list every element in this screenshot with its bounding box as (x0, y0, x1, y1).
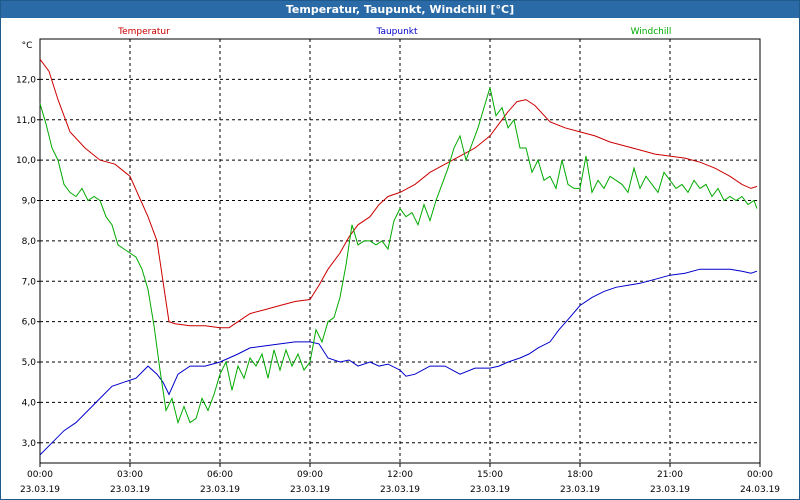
y-tick-label: 9,0 (22, 197, 37, 207)
x-tick-time-label: 06:00 (207, 470, 233, 480)
legend-item-temperatur: Temperatur (117, 27, 170, 37)
x-tick-time-label: 03:00 (117, 470, 143, 480)
y-tick-label: 7,0 (22, 277, 37, 287)
x-tick-time-label: 18:00 (567, 470, 593, 480)
y-axis-label: °C (22, 41, 33, 51)
x-tick-time-label: 00:00 (747, 470, 773, 480)
chart-window: Temperatur, Taupunkt, Windchill [°C] Tem… (0, 0, 800, 500)
x-tick-date-label: 23.03.19 (650, 485, 690, 495)
axes (37, 38, 761, 467)
x-tick-date-label: 23.03.19 (560, 485, 600, 495)
y-tick-label: 10,0 (16, 156, 36, 166)
line-chart: Temperatur Taupunkt Windchill 3,0 4,0 5,0 6,0… (16, 27, 780, 495)
y-tick-label: 6,0 (22, 318, 37, 328)
window-title: Temperatur, Taupunkt, Windchill [°C] (1, 1, 799, 18)
x-tick-date-label: 24.03.19 (740, 485, 780, 495)
series-line-taupunkt (39, 268, 758, 456)
x-tick-date-label: 23.03.19 (20, 485, 60, 495)
x-tick-date-label: 23.03.19 (380, 485, 420, 495)
legend: Temperatur Taupunkt Windchill (117, 27, 671, 37)
x-tick-date-label: 23.03.19 (110, 485, 150, 495)
series-line-windchill (39, 87, 758, 425)
y-tick-label: 3,0 (22, 439, 37, 449)
series-lines (39, 58, 758, 456)
grid (40, 39, 760, 463)
y-tick-label: 8,0 (22, 237, 37, 247)
legend-item-taupunkt: Taupunkt (375, 27, 418, 37)
x-tick-time-label: 00:00 (27, 470, 53, 480)
x-tick-date-label: 23.03.19 (470, 485, 510, 495)
y-tick-label: 4,0 (22, 398, 37, 408)
x-tick-time-label: 15:00 (477, 470, 503, 480)
y-tick-label: 12,0 (16, 75, 36, 85)
legend-item-windchill: Windchill (631, 27, 672, 37)
x-tick-time-label: 09:00 (297, 470, 323, 480)
tick-labels: 3,0 4,0 5,0 6,0 7,0 8,0 9,0 10,0 11,0 12,0 00:00 23… (16, 41, 780, 495)
x-tick-date-label: 23.03.19 (290, 485, 330, 495)
x-tick-date-label: 23.03.19 (200, 485, 240, 495)
x-tick-time-label: 12:00 (387, 470, 413, 480)
y-tick-label: 11,0 (16, 116, 36, 126)
y-tick-label: 5,0 (22, 358, 37, 368)
x-tick-time-label: 21:00 (657, 470, 683, 480)
